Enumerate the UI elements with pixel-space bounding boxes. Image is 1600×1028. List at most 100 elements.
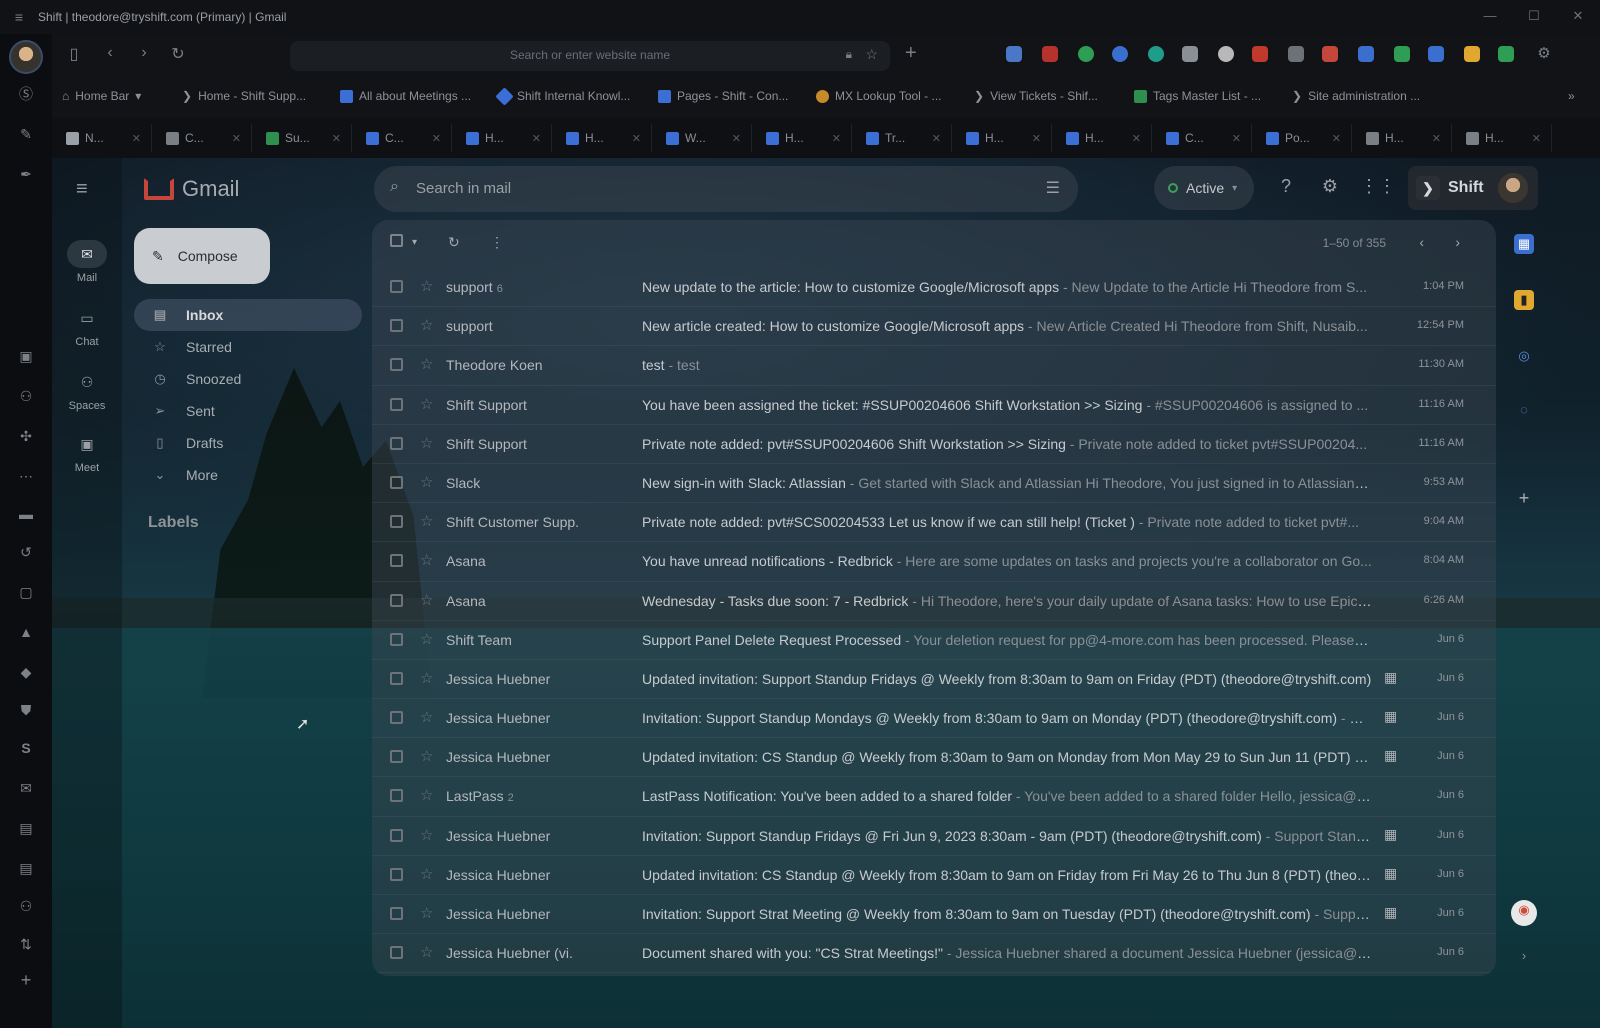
- calendar-event-icon[interactable]: ▦: [1384, 826, 1397, 843]
- gmail-extension-icon[interactable]: [1322, 46, 1338, 62]
- hamburger-icon[interactable]: ≡: [0, 9, 38, 25]
- more-vert-icon[interactable]: ⋮: [490, 234, 504, 251]
- star-icon[interactable]: ☆: [420, 904, 433, 922]
- calendar-event-icon[interactable]: ▦: [1384, 669, 1397, 686]
- shift-account-badge[interactable]: ❯ Shift: [1408, 166, 1538, 210]
- row-checkbox[interactable]: [390, 789, 403, 803]
- close-tab-icon[interactable]: ✕: [932, 132, 941, 145]
- row-checkbox[interactable]: [390, 828, 403, 842]
- bookmark-home-bar[interactable]: ⌂ Home Bar ▾: [62, 89, 141, 103]
- star-icon[interactable]: ☆: [420, 591, 433, 609]
- bookmarks-overflow-icon[interactable]: »: [1568, 89, 1575, 103]
- close-tab-icon[interactable]: ✕: [132, 132, 141, 145]
- close-tab-icon[interactable]: ✕: [1432, 132, 1441, 145]
- row-checkbox[interactable]: [390, 475, 403, 489]
- calendar-event-icon[interactable]: ▦: [1384, 865, 1397, 882]
- star-icon[interactable]: ☆: [420, 786, 433, 804]
- close-tab-icon[interactable]: ✕: [1232, 132, 1241, 145]
- more-dots-icon[interactable]: ⋯: [14, 464, 38, 488]
- row-checkbox[interactable]: [390, 515, 403, 529]
- row-checkbox[interactable]: [390, 907, 403, 920]
- email-row[interactable]: ☆ Jessica Huebner Invitation: Support Stan…: [372, 699, 1496, 739]
- email-row[interactable]: ☆ Shift Support You have been assigned the…: [372, 386, 1496, 425]
- star-icon[interactable]: ☆: [420, 630, 433, 648]
- email-row[interactable]: ☆ Asana You have unread notifications - Re…: [372, 542, 1496, 582]
- extension-icon[interactable]: [1182, 46, 1198, 62]
- extension-icon[interactable]: [1006, 46, 1022, 62]
- browser-tab[interactable]: Tr... ✕: [856, 124, 952, 152]
- row-checkbox[interactable]: [390, 867, 403, 881]
- compose-button[interactable]: ✎ Compose: [134, 228, 270, 284]
- back-icon[interactable]: ‹: [98, 44, 122, 62]
- collapse-panel-icon[interactable]: ›: [1514, 946, 1534, 966]
- slides-extension-icon[interactable]: [1464, 46, 1480, 62]
- mail-app-icon[interactable]: ✉: [14, 776, 38, 800]
- email-row[interactable]: ☆ Jessica Huebner Updated invitation: CS S…: [372, 738, 1496, 778]
- shield-app-icon[interactable]: ⛊: [14, 698, 38, 722]
- close-tab-icon[interactable]: ✕: [832, 132, 841, 145]
- tasks-side-icon[interactable]: ◎: [1514, 346, 1534, 366]
- extension-icon[interactable]: [1218, 46, 1234, 62]
- maximize-button[interactable]: ☐: [1512, 0, 1556, 34]
- email-row[interactable]: ☆ support New article created: How to cust…: [372, 307, 1496, 347]
- browser-tab[interactable]: Po... ✕: [1256, 124, 1352, 152]
- sheets-extension-icon[interactable]: [1498, 46, 1514, 62]
- email-row[interactable]: ☆ Jessica Huebner Invitation: Support Stra…: [372, 895, 1496, 935]
- search-input[interactable]: Search in mail: [416, 180, 511, 197]
- calendar-event-icon[interactable]: ▦: [1384, 747, 1397, 764]
- row-checkbox[interactable]: [390, 280, 403, 293]
- star-icon[interactable]: ☆: [420, 747, 433, 765]
- settings-gear-icon[interactable]: ⚙: [1532, 44, 1556, 62]
- app-spaces[interactable]: ⚇ Spaces: [60, 368, 114, 412]
- folder-inbox[interactable]: ▤ Inbox: [134, 299, 362, 331]
- star-icon[interactable]: ☆: [420, 669, 433, 687]
- close-tab-icon[interactable]: ✕: [1332, 132, 1341, 145]
- select-all-checkbox[interactable]: [390, 234, 403, 250]
- apps-grid-icon[interactable]: ⋮⋮: [1360, 176, 1396, 197]
- help-icon[interactable]: ?: [1274, 176, 1298, 197]
- calendar-side-icon[interactable]: ▦: [1514, 234, 1534, 254]
- email-row[interactable]: ☆ Jessica Huebner Updated invitation: Supp…: [372, 660, 1496, 700]
- s-app-icon[interactable]: S: [14, 736, 38, 760]
- browser-tab[interactable]: N... ✕: [56, 124, 152, 152]
- bookmark-item[interactable]: ❯ Site administration ...: [1292, 89, 1420, 103]
- add-addon-icon[interactable]: +: [1514, 488, 1534, 508]
- app-mail[interactable]: ✉ Mail: [60, 240, 114, 284]
- browser-tab[interactable]: H... ✕: [1456, 124, 1552, 152]
- shift-app-icon[interactable]: Ⓢ: [14, 82, 38, 106]
- star-icon[interactable]: ☆: [420, 551, 433, 569]
- email-row[interactable]: ☆ Shift Support Private note added: pvt#SS…: [372, 425, 1496, 464]
- main-menu-icon[interactable]: ≡: [76, 178, 88, 201]
- star-icon[interactable]: ☆: [420, 865, 433, 883]
- row-checkbox[interactable]: [390, 397, 403, 411]
- keep-side-icon[interactable]: ▮: [1514, 290, 1534, 310]
- prev-page-icon[interactable]: ‹: [1419, 234, 1424, 250]
- new-tab-icon[interactable]: +: [905, 42, 917, 65]
- zoom-icon[interactable]: ▬: [14, 502, 38, 526]
- email-row[interactable]: ☆ Jessica Huebner Updated invitation: CS S…: [372, 856, 1496, 895]
- bookmark-item[interactable]: Pages - Shift - Con...: [658, 89, 788, 103]
- drive-extension-icon[interactable]: [1394, 46, 1410, 62]
- email-row[interactable]: ☆ support 6 New update to the article: How …: [372, 268, 1496, 308]
- browser-tab[interactable]: H... ✕: [956, 124, 1052, 152]
- select-dropdown-icon[interactable]: ▾: [412, 237, 417, 248]
- star-icon[interactable]: ☆: [420, 512, 433, 530]
- account-avatar[interactable]: [1497, 173, 1528, 203]
- people-app-icon[interactable]: ⚇: [14, 894, 38, 918]
- extension-icon[interactable]: [1358, 46, 1374, 62]
- assistant-fab-icon[interactable]: ◉: [1511, 900, 1537, 926]
- browser-tab[interactable]: H... ✕: [1356, 124, 1452, 152]
- star-icon[interactable]: ☆: [420, 473, 433, 491]
- row-checkbox[interactable]: [390, 358, 403, 372]
- folder-snoozed[interactable]: ◷ Snoozed: [134, 363, 362, 395]
- close-tab-icon[interactable]: ✕: [532, 132, 541, 145]
- mail-search-bar[interactable]: ⌕ Search in mail ☰: [374, 166, 1078, 212]
- extension-icon[interactable]: [1042, 46, 1058, 62]
- close-tab-icon[interactable]: ✕: [732, 132, 741, 145]
- reload-icon[interactable]: ↻: [166, 44, 190, 64]
- calendar-event-icon[interactable]: ▦: [1384, 904, 1397, 921]
- bookmark-item[interactable]: MX Lookup Tool - ...: [816, 89, 942, 103]
- email-row[interactable]: ☆ Shift Customer Supp. Private note added:…: [372, 503, 1496, 543]
- email-row[interactable]: ☆ Slack New sign-in with Slack: Atlassian …: [372, 464, 1496, 504]
- folder-starred[interactable]: ☆ Starred: [134, 331, 362, 363]
